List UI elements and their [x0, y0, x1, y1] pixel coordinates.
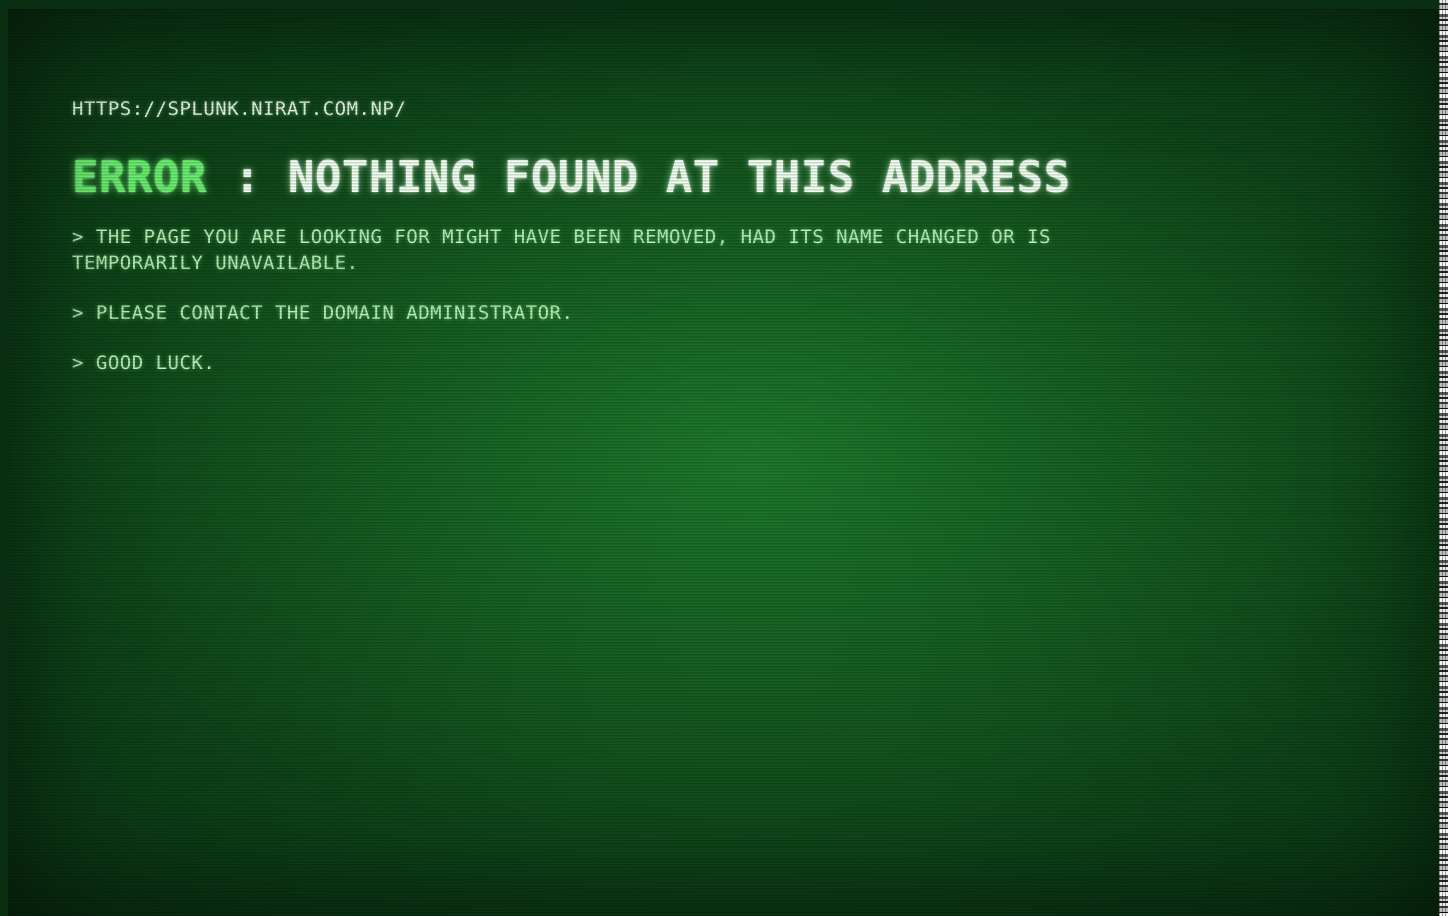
error-title: : NOTHING FOUND AT THIS ADDRESS	[206, 152, 1071, 203]
static-noise-strip	[1439, 0, 1448, 916]
error-headline: ERROR : NOTHING FOUND AT THIS ADDRESS	[72, 152, 1112, 204]
top-border	[0, 0, 1448, 9]
crt-screen: HTTPS://SPLUNK.NIRAT.COM.NP/ ERROR : NOT…	[0, 0, 1448, 916]
left-border	[0, 0, 8, 916]
message-removed: > THE PAGE YOU ARE LOOKING FOR MIGHT HAV…	[72, 226, 1051, 274]
message-contact: > PLEASE CONTACT THE DOMAIN ADMINISTRATO…	[72, 302, 574, 324]
url-text: HTTPS://SPLUNK.NIRAT.COM.NP/	[72, 98, 407, 120]
error-content: HTTPS://SPLUNK.NIRAT.COM.NP/ ERROR : NOT…	[72, 96, 1112, 376]
error-label: ERROR	[72, 152, 207, 203]
message-good-luck: > GOOD LUCK.	[72, 352, 216, 374]
